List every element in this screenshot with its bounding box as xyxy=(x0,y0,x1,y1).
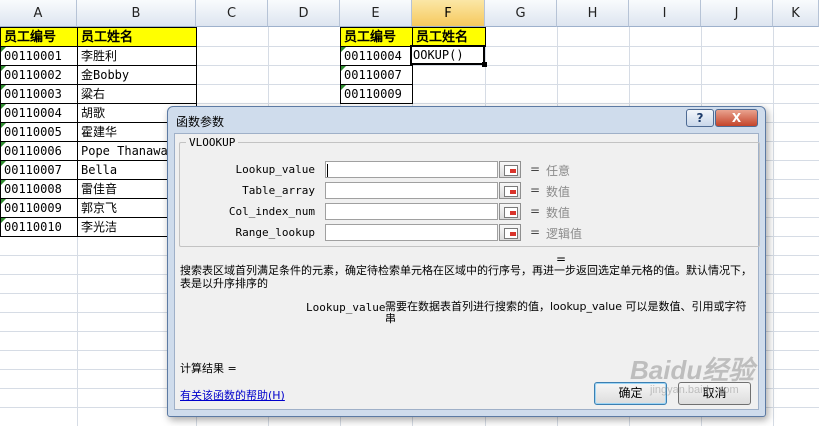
range-lookup-input[interactable] xyxy=(325,224,498,241)
column-header-b[interactable]: B xyxy=(77,0,196,27)
calculation-result: 计算结果 = xyxy=(180,362,237,375)
table1-id-cell[interactable]: 00110007 xyxy=(0,160,78,180)
table2-header-name[interactable]: 员工姓名 xyxy=(412,27,486,47)
gridline xyxy=(773,27,774,426)
table1-id-cell[interactable]: 00110001 xyxy=(0,46,78,66)
range-select-icon xyxy=(504,207,518,218)
table-array-collapse-button[interactable] xyxy=(499,182,521,199)
range-select-icon xyxy=(504,186,518,197)
table1-id-cell[interactable]: 00110010 xyxy=(0,217,78,237)
arg-value-table-array: 数值 xyxy=(546,185,571,199)
active-cell[interactable]: OOKUP() xyxy=(410,45,487,67)
range-lookup-collapse-button[interactable] xyxy=(499,224,521,241)
dialog-titlebar[interactable]: 函数参数 ? X xyxy=(168,107,765,133)
watermark-logo: Baidu经验 xyxy=(630,355,755,385)
column-header-d[interactable]: D xyxy=(268,0,340,27)
col-index-num-collapse-button[interactable] xyxy=(499,203,521,220)
dialog-title: 函数参数 xyxy=(176,115,225,129)
table2-header-id[interactable]: 员工编号 xyxy=(340,27,413,47)
arg-value-lookup-value: 任意 xyxy=(546,164,571,178)
baidu-watermark: Baidu经验 jingyan.baidu.com xyxy=(630,350,755,396)
arg-value-col-index-num: 数值 xyxy=(546,206,571,220)
help-button[interactable]: ? xyxy=(686,109,714,127)
column-header-a[interactable]: A xyxy=(0,0,77,27)
table1-id-cell[interactable]: 00110008 xyxy=(0,179,78,199)
column-header-c[interactable]: C xyxy=(196,0,268,27)
column-header-h[interactable]: H xyxy=(557,0,629,27)
column-header-f[interactable]: F xyxy=(412,0,485,27)
arg-label-lookup-value: Lookup_value xyxy=(235,163,315,176)
arg-equals: = xyxy=(530,225,541,239)
function-help-link[interactable]: 有关该函数的帮助(H) xyxy=(180,387,285,403)
argument-help-text: 需要在数据表首列进行搜索的值，lookup_value 可以是数值、引用或字符串 xyxy=(385,300,747,325)
arg-equals: = xyxy=(530,183,541,197)
table1-id-cell[interactable]: 00110006 xyxy=(0,141,78,161)
table2-id-cell[interactable]: 00110007 xyxy=(340,65,413,85)
table2-id-cell[interactable]: 00110004 xyxy=(340,46,413,66)
table1-id-cell[interactable]: 00110004 xyxy=(0,103,78,123)
table2-id-cell[interactable]: 00110009 xyxy=(340,84,413,104)
range-select-icon xyxy=(504,165,518,176)
column-header-k[interactable]: K xyxy=(773,0,819,27)
active-cell-formula: OOKUP() xyxy=(413,48,464,62)
column-header-j[interactable]: J xyxy=(701,0,773,27)
table1-id-cell[interactable]: 00110002 xyxy=(0,65,78,85)
col-index-num-input[interactable] xyxy=(325,203,498,220)
arg-equals: = xyxy=(530,204,541,218)
argument-help-name: Lookup_value xyxy=(306,301,386,314)
table1-name-cell[interactable]: 金Bobby xyxy=(77,65,197,85)
watermark-url: jingyan.baidu.com xyxy=(650,384,739,396)
table1-header-id[interactable]: 员工编号 xyxy=(0,27,78,47)
text-caret xyxy=(327,164,328,177)
close-button[interactable]: X xyxy=(715,109,758,127)
arg-equals: = xyxy=(530,162,541,176)
function-description: 搜索表区域首列满足条件的元素，确定待检索单元格在区域中的行序号，再进一步返回选定… xyxy=(180,264,752,290)
lookup-value-input[interactable] xyxy=(325,161,498,178)
function-name: VLOOKUP xyxy=(186,136,239,149)
column-header-i[interactable]: I xyxy=(629,0,701,27)
table1-id-cell[interactable]: 00110003 xyxy=(0,84,78,104)
column-header-g[interactable]: G xyxy=(485,0,557,27)
arg-value-range-lookup: 逻辑值 xyxy=(546,227,583,241)
range-select-icon xyxy=(504,228,518,239)
arg-label-table-array: Table_array xyxy=(242,184,315,197)
column-header-e[interactable]: E xyxy=(340,0,412,27)
arg-label-range-lookup: Range_lookup xyxy=(235,226,315,239)
table1-header-name[interactable]: 员工姓名 xyxy=(77,27,197,47)
lookup-value-collapse-button[interactable] xyxy=(499,161,521,178)
table-array-input[interactable] xyxy=(325,182,498,199)
arg-label-col-index-num: Col_index_num xyxy=(228,205,315,218)
table1-id-cell[interactable]: 00110009 xyxy=(0,198,78,218)
table1-name-cell[interactable]: 李胜利 xyxy=(77,46,197,66)
table1-name-cell[interactable]: 粱右 xyxy=(77,84,197,104)
table1-id-cell[interactable]: 00110005 xyxy=(0,122,78,142)
